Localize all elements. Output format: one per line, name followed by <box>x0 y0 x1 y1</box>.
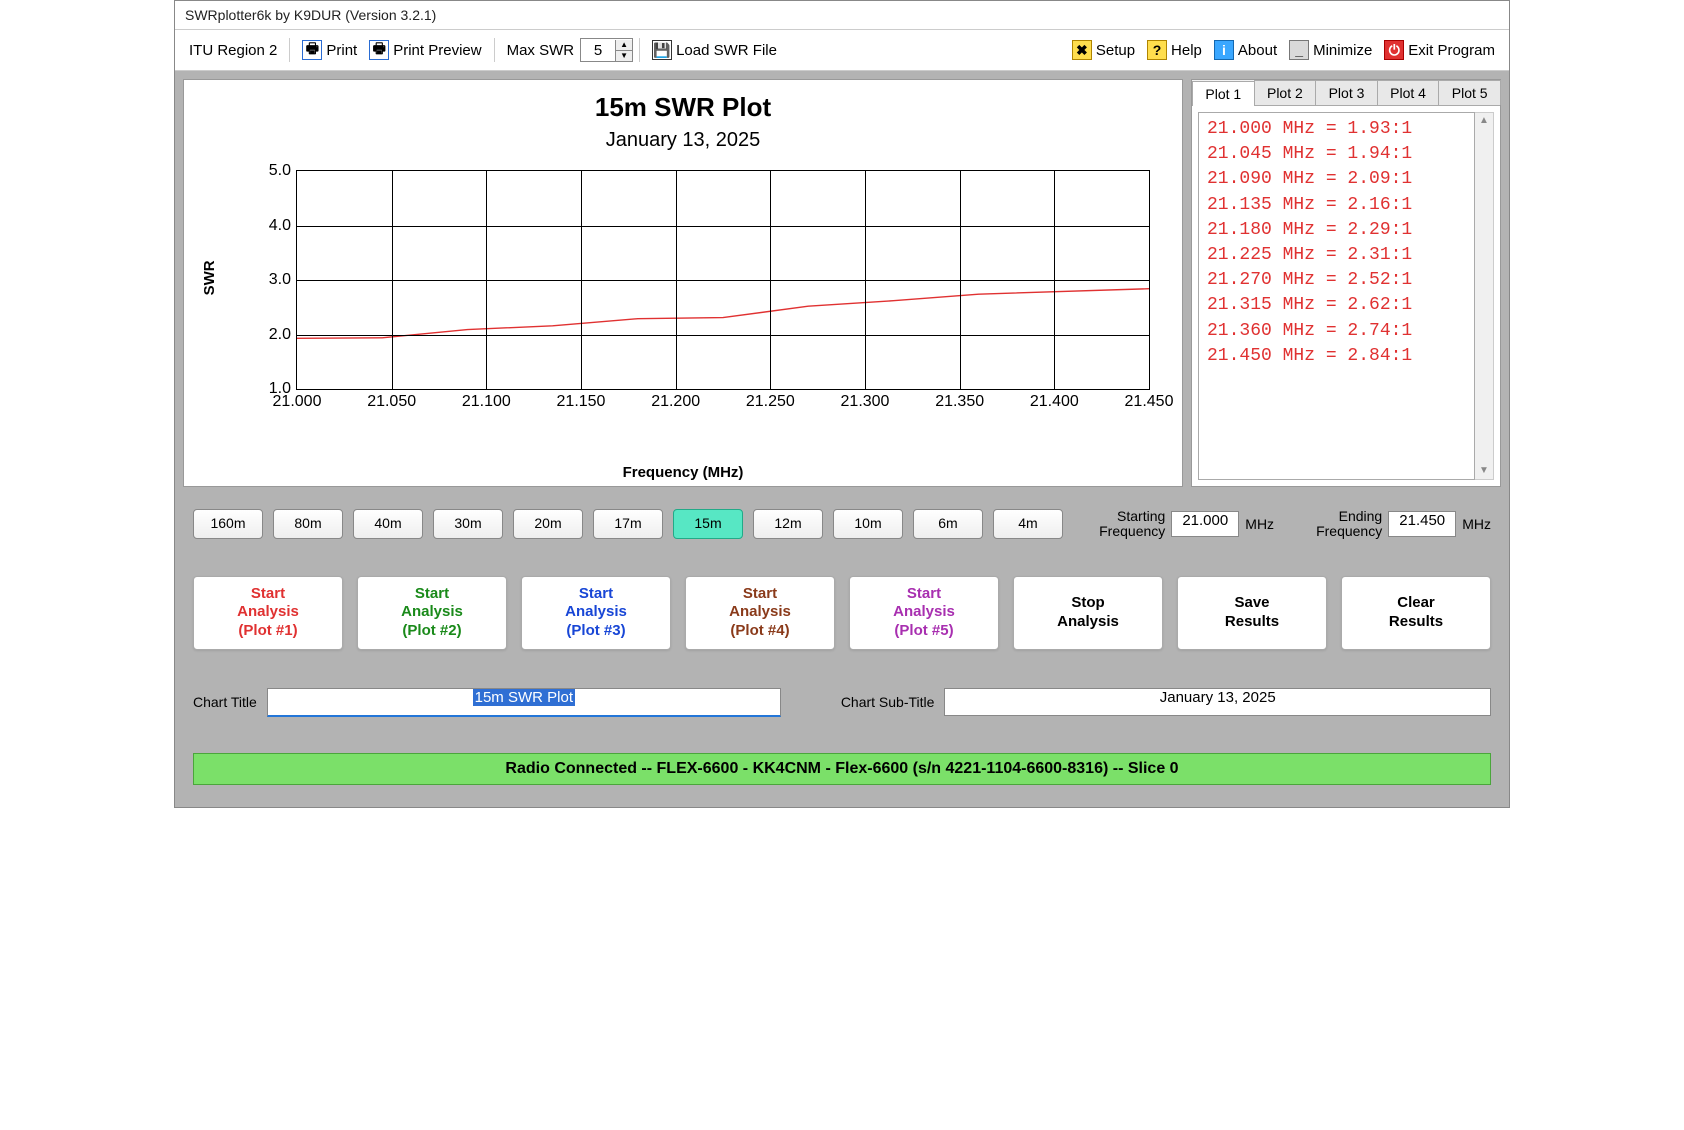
tab-plot-3[interactable]: Plot 3 <box>1315 80 1378 105</box>
analysis-btn-7[interactable]: ClearResults <box>1341 576 1491 650</box>
analysis-btn-4[interactable]: StartAnalysis(Plot #5) <box>849 576 999 650</box>
load-swr-button[interactable]: 💾Load SWR File <box>646 38 783 62</box>
band-row: 160m 80m 40m 30m 20m 17m 15m 12m 10m 6m 4m Startin… <box>183 503 1501 546</box>
chart-title-label: Chart Title <box>193 694 257 710</box>
title-row: Chart Title 15m SWR Plot Chart Sub-Title… <box>183 678 1501 727</box>
setup-button[interactable]: ✖Setup <box>1066 38 1141 62</box>
x-tick: 21.000 <box>273 389 322 411</box>
band-17m[interactable]: 17m <box>593 509 663 539</box>
spin-up[interactable]: ▲ <box>616 40 632 51</box>
chart-subtitle-label: Chart Sub-Title <box>841 694 935 710</box>
starting-frequency: StartingFrequency 21.000 MHz <box>1099 509 1274 540</box>
window-title: SWRplotter6k by K9DUR (Version 3.2.1) <box>175 1 1509 30</box>
print-button[interactable]: 🖶Print <box>296 38 363 62</box>
tab-plot-5[interactable]: Plot 5 <box>1438 80 1501 105</box>
minimize-icon: _ <box>1289 40 1309 60</box>
x-tick: 21.350 <box>935 389 984 411</box>
x-axis-label: Frequency (MHz) <box>196 464 1170 481</box>
about-button[interactable]: iAbout <box>1208 38 1283 62</box>
tab-plot-4[interactable]: Plot 4 <box>1377 80 1440 105</box>
floppy-icon: 💾 <box>652 40 672 60</box>
chart-panel: 15m SWR Plot January 13, 2025 SWR 1.02.0… <box>183 79 1183 487</box>
band-15m[interactable]: 15m <box>673 509 743 539</box>
analysis-btn-0[interactable]: StartAnalysis(Plot #1) <box>193 576 343 650</box>
power-icon: ⏻ <box>1384 40 1404 60</box>
analysis-btn-6[interactable]: SaveResults <box>1177 576 1327 650</box>
end-freq-label: EndingFrequency <box>1316 509 1382 540</box>
x-tick: 21.100 <box>462 389 511 411</box>
start-freq-input[interactable]: 21.000 <box>1171 511 1239 537</box>
analysis-btn-5[interactable]: StopAnalysis <box>1013 576 1163 650</box>
band-80m[interactable]: 80m <box>273 509 343 539</box>
max-swr-input[interactable] <box>581 39 615 61</box>
analysis-buttons: StartAnalysis(Plot #1)StartAnalysis(Plot… <box>183 564 1501 662</box>
plot-tabs: Plot 1Plot 2Plot 3Plot 4Plot 5 <box>1192 80 1500 106</box>
scroll-up-icon[interactable]: ▲ <box>1475 113 1493 129</box>
chart-title: 15m SWR Plot <box>196 92 1170 123</box>
chart-subtitle-input[interactable]: January 13, 2025 <box>944 688 1491 716</box>
tools-icon: ✖ <box>1072 40 1092 60</box>
x-tick: 21.050 <box>367 389 416 411</box>
mhz-unit: MHz <box>1462 516 1491 532</box>
x-tick: 21.150 <box>557 389 606 411</box>
band-buttons: 160m 80m 40m 30m 20m 17m 15m 12m 10m 6m 4m <box>193 509 1063 539</box>
chart-subtitle: January 13, 2025 <box>196 129 1170 152</box>
y-axis-label: SWR <box>201 260 218 295</box>
y-tick: 5.0 <box>269 162 297 180</box>
y-tick: 2.0 <box>269 326 297 344</box>
end-freq-input[interactable]: 21.450 <box>1388 511 1456 537</box>
info-icon: i <box>1214 40 1234 60</box>
x-tick: 21.300 <box>841 389 890 411</box>
status-bar: Radio Connected -- FLEX-6600 - KK4CNM - … <box>193 753 1491 785</box>
minimize-button[interactable]: _Minimize <box>1283 38 1378 62</box>
chart-box: 1.02.03.04.05.021.00021.05021.10021.1502… <box>256 170 1150 430</box>
band-6m[interactable]: 6m <box>913 509 983 539</box>
band-30m[interactable]: 30m <box>433 509 503 539</box>
y-tick: 4.0 <box>269 217 297 235</box>
band-10m[interactable]: 10m <box>833 509 903 539</box>
print-icon: 🖶 <box>302 40 322 60</box>
exit-button[interactable]: ⏻Exit Program <box>1378 38 1501 62</box>
analysis-btn-2[interactable]: StartAnalysis(Plot #3) <box>521 576 671 650</box>
body: 15m SWR Plot January 13, 2025 SWR 1.02.0… <box>175 71 1509 807</box>
status-row: Radio Connected -- FLEX-6600 - KK4CNM - … <box>183 745 1501 799</box>
spin-down[interactable]: ▼ <box>616 51 632 61</box>
max-swr-label: Max SWR <box>501 40 581 61</box>
itu-region-button[interactable]: ITU Region 2 <box>183 40 283 61</box>
band-20m[interactable]: 20m <box>513 509 583 539</box>
plot-area: 1.02.03.04.05.021.00021.05021.10021.1502… <box>296 170 1150 390</box>
max-swr-spinner[interactable]: ▲▼ <box>580 38 633 62</box>
x-tick: 21.450 <box>1125 389 1174 411</box>
help-button[interactable]: ?Help <box>1141 38 1208 62</box>
data-list: 21.000 MHz = 1.93:1 21.045 MHz = 1.94:1 … <box>1198 112 1475 480</box>
mhz-unit: MHz <box>1245 516 1274 532</box>
x-tick: 21.200 <box>651 389 700 411</box>
y-tick: 3.0 <box>269 271 297 289</box>
app-window: SWRplotter6k by K9DUR (Version 3.2.1) IT… <box>174 0 1510 808</box>
ending-frequency: EndingFrequency 21.450 MHz <box>1316 509 1491 540</box>
start-freq-label: StartingFrequency <box>1099 509 1165 540</box>
chart-title-input[interactable]: 15m SWR Plot <box>267 688 781 717</box>
print-preview-button[interactable]: 🖶Print Preview <box>363 38 487 62</box>
tab-plot-2[interactable]: Plot 2 <box>1254 80 1317 105</box>
scroll-down-icon[interactable]: ▼ <box>1475 463 1493 479</box>
x-tick: 21.400 <box>1030 389 1079 411</box>
band-12m[interactable]: 12m <box>753 509 823 539</box>
data-panel: Plot 1Plot 2Plot 3Plot 4Plot 5 21.000 MH… <box>1191 79 1501 487</box>
data-scrollbar[interactable]: ▲ ▼ <box>1475 112 1494 480</box>
band-40m[interactable]: 40m <box>353 509 423 539</box>
help-icon: ? <box>1147 40 1167 60</box>
x-tick: 21.250 <box>746 389 795 411</box>
toolbar: ITU Region 2 🖶Print 🖶Print Preview Max S… <box>175 30 1509 71</box>
band-160m[interactable]: 160m <box>193 509 263 539</box>
analysis-btn-3[interactable]: StartAnalysis(Plot #4) <box>685 576 835 650</box>
analysis-btn-1[interactable]: StartAnalysis(Plot #2) <box>357 576 507 650</box>
band-4m[interactable]: 4m <box>993 509 1063 539</box>
print-preview-icon: 🖶 <box>369 40 389 60</box>
tab-plot-1[interactable]: Plot 1 <box>1192 81 1255 106</box>
